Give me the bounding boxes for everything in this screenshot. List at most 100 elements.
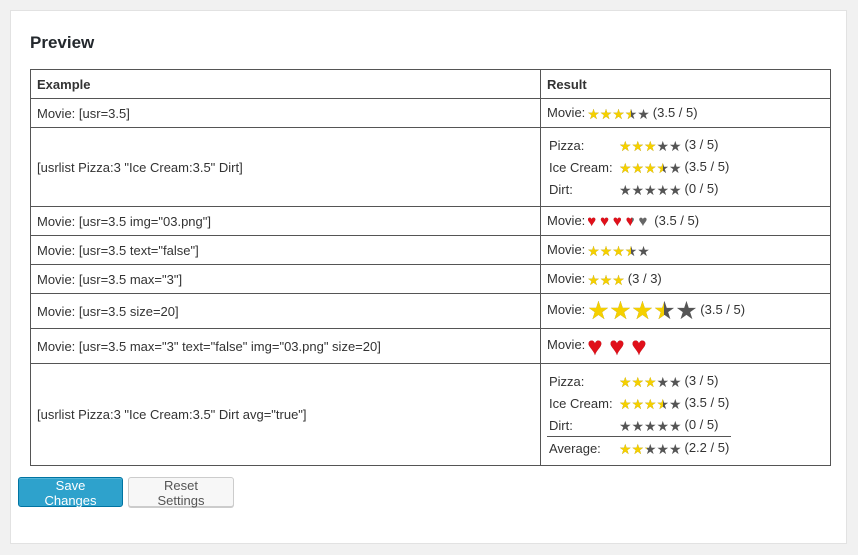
heart-icon: ♥♥ bbox=[600, 213, 609, 231]
example-cell: Movie: [usr=3.5] bbox=[30, 98, 541, 128]
rating-label: Movie: bbox=[547, 271, 586, 287]
star-icon: ★★ bbox=[631, 296, 654, 325]
rating-label: Movie: bbox=[547, 302, 586, 318]
star-icon: ★★ bbox=[644, 159, 657, 176]
rating-stars: ★★★★★★★★★★ bbox=[619, 161, 682, 175]
rating-value: ★★★★★★★★★★(0 / 5) bbox=[617, 414, 732, 437]
star-icon: ★★ bbox=[656, 137, 670, 154]
star-icon: ★★ bbox=[637, 242, 650, 259]
result-cell: Movie:★★★★★★★★★★ bbox=[540, 235, 831, 265]
rating-stars: ★★★★★★★★★★ bbox=[619, 375, 682, 389]
example-column-header: Example bbox=[30, 69, 541, 99]
table-row: Movie: [usr=3.5 text="false"] Movie: ★ ★ ★ ★… bbox=[30, 235, 831, 265]
star-icon: ★★ bbox=[669, 417, 682, 434]
rating-score: (3.5 / 5) bbox=[684, 395, 730, 411]
star-icon: ★★ bbox=[631, 137, 645, 154]
example-cell: Movie: [usr=3.5 text="false"] bbox=[30, 235, 541, 265]
star-icon: ★★ bbox=[656, 395, 670, 412]
star-icon: ★★ bbox=[644, 137, 657, 154]
example-cell: Movie: [usr=3.5 size=20] bbox=[30, 293, 541, 329]
preview-panel: Preview Example Result Movie: [usr=3.5] … bbox=[10, 10, 847, 544]
star-icon: ★★ bbox=[669, 373, 682, 390]
heart-icon: ♥♥ bbox=[587, 213, 597, 231]
list-item: Dirt:★★★★★★★★★★(0 / 5) bbox=[547, 414, 732, 437]
rating-stars: ★★★★★★★★★★ bbox=[619, 419, 682, 433]
star-icon: ★★ bbox=[669, 159, 682, 176]
star-icon: ★★ bbox=[612, 271, 625, 288]
rating-hearts: ♥♥♥♥♥♥♥♥♥♥ bbox=[587, 214, 651, 229]
star-icon: ★★ bbox=[599, 242, 613, 259]
result-cell: Movie:★★★★★★★★★★(3.5 / 5) bbox=[540, 98, 831, 128]
save-changes-button[interactable]: Save Changes bbox=[18, 477, 123, 508]
rating-label: Movie: bbox=[547, 242, 586, 258]
rating-label: Ice Cream: bbox=[549, 159, 613, 175]
star-icon: ★★ bbox=[656, 373, 670, 390]
rating-label: Movie: bbox=[547, 105, 586, 121]
table-header-row: Example Result bbox=[30, 69, 831, 99]
example-cell: [usrlist Pizza:3 "Ice Cream:3.5" Dirt av… bbox=[30, 363, 541, 466]
list-item: Pizza: ★★★★★★★★★★(3 / 5) bbox=[547, 370, 731, 392]
result-cell: Movie: ★ ★ ★ ★ ★ ★ (3 / 3) bbox=[540, 264, 831, 294]
heart-icon: ♥♥ bbox=[609, 331, 625, 361]
rating-hearts: ♥ ♥ ♥ ♥ ♥ ♥ bbox=[587, 333, 653, 359]
list-item: Ice Cream:★★★★★★★★★★(3.5 / 5) bbox=[547, 392, 731, 414]
star-icon: ★★ bbox=[619, 417, 632, 434]
star-icon: ★★ bbox=[619, 159, 632, 176]
example-cell: Movie: [usr=3.5 max="3"] bbox=[30, 264, 541, 294]
star-icon: ★★ bbox=[631, 181, 645, 198]
rating-stars: ★★★★★★★★★★ bbox=[619, 139, 682, 153]
star-icon: ★★ bbox=[669, 395, 682, 412]
example-cell: Movie: [usr=3.5 max="3" text="false" img… bbox=[30, 328, 541, 364]
table-row: Movie: [usr=3.5] Movie:★★★★★★★★★★(3.5 / … bbox=[30, 98, 831, 128]
rating-value: ★★★★★★★★★★(2.2 / 5) bbox=[617, 437, 731, 460]
star-icon: ★★ bbox=[644, 417, 657, 434]
star-icon: ★★ bbox=[644, 440, 657, 457]
heart-icon: ♥♥ bbox=[612, 213, 622, 231]
star-icon: ★★ bbox=[644, 373, 657, 390]
table-row: Movie: [usr=3.5 img="03.png"] Movie: ♥ ♥ ♥ ♥… bbox=[30, 206, 831, 236]
star-icon: ★★ bbox=[644, 395, 657, 412]
result-cell: Pizza:★★★★★★★★★★(3 / 5) Ice Cream:★★★★★★… bbox=[540, 127, 831, 207]
rating-stars: ★★★★★★★★★★ bbox=[619, 397, 682, 411]
preview-heading: Preview bbox=[30, 33, 95, 52]
rating-label: Movie: bbox=[547, 212, 586, 228]
rating-value: ★★★★★★★★★★(0 / 5) bbox=[617, 178, 731, 200]
list-item: Ice Cream:★★★★★★★★★★(3.5 / 5) bbox=[547, 156, 731, 178]
rating-label: Movie: bbox=[547, 337, 586, 353]
result-cell: Pizza:★★★★★★★★★★(3 / 5) Ice Cream:★★★★★★… bbox=[540, 363, 831, 466]
star-icon: ★★ bbox=[619, 395, 632, 412]
rating-value: ★★★★★★★★★★(3.5 / 5) bbox=[617, 156, 731, 178]
rating-label: Average: bbox=[549, 440, 601, 456]
rating-label: Pizza: bbox=[549, 137, 585, 153]
heart-icon: ♥♥ bbox=[625, 213, 635, 231]
rating-label: Pizza: bbox=[549, 373, 585, 389]
list-item-average: Average:★★★★★★★★★★(2.2 / 5) bbox=[547, 437, 731, 460]
star-icon: ★★ bbox=[637, 105, 650, 122]
example-cell: Movie: [usr=3.5 img="03.png"] bbox=[30, 206, 541, 236]
star-icon: ★★ bbox=[612, 105, 625, 122]
result-cell: Movie:★★★★★★★★★★(3.5 / 5) bbox=[540, 293, 831, 329]
reset-settings-button[interactable]: Reset Settings bbox=[128, 477, 234, 508]
star-icon: ★★ bbox=[669, 440, 682, 457]
result-cell: Movie:♥♥♥♥♥♥♥♥♥♥(3.5 / 5) bbox=[540, 206, 831, 236]
rating-score: (0 / 5) bbox=[684, 181, 719, 197]
result-cell: Movie:♥ ♥ ♥ ♥ ♥ ♥ bbox=[540, 328, 831, 364]
rating-label: Dirt: bbox=[549, 181, 573, 197]
rating-value: ★★★★★★★★★★(3 / 5) bbox=[617, 134, 731, 156]
table-row: [usrlist Pizza:3 "Ice Cream:3.5" Dirt] P… bbox=[30, 127, 831, 207]
result-column-header: Result bbox=[540, 69, 831, 99]
rating-list: Pizza:★★★★★★★★★★(3 / 5) Ice Cream:★★★★★★… bbox=[547, 370, 732, 460]
rating-score: (3.5 / 5) bbox=[652, 105, 698, 121]
star-icon: ★★ bbox=[669, 181, 682, 198]
star-icon: ★★ bbox=[644, 181, 657, 198]
heart-icon: ♥♥ bbox=[638, 213, 648, 231]
rating-score: (3 / 5) bbox=[684, 137, 719, 153]
star-icon: ★★ bbox=[669, 137, 682, 154]
list-item: Pizza: ★★★★★★★★★★(3 / 5) bbox=[547, 134, 731, 156]
star-icon: ★★ bbox=[656, 181, 670, 198]
star-icon: ★★ bbox=[624, 105, 638, 122]
star-icon: ★★ bbox=[587, 105, 600, 122]
star-icon: ★★ bbox=[656, 159, 670, 176]
rating-score: (3 / 5) bbox=[684, 373, 719, 389]
rating-stars: ★★★★★★★★★★ bbox=[587, 296, 697, 325]
